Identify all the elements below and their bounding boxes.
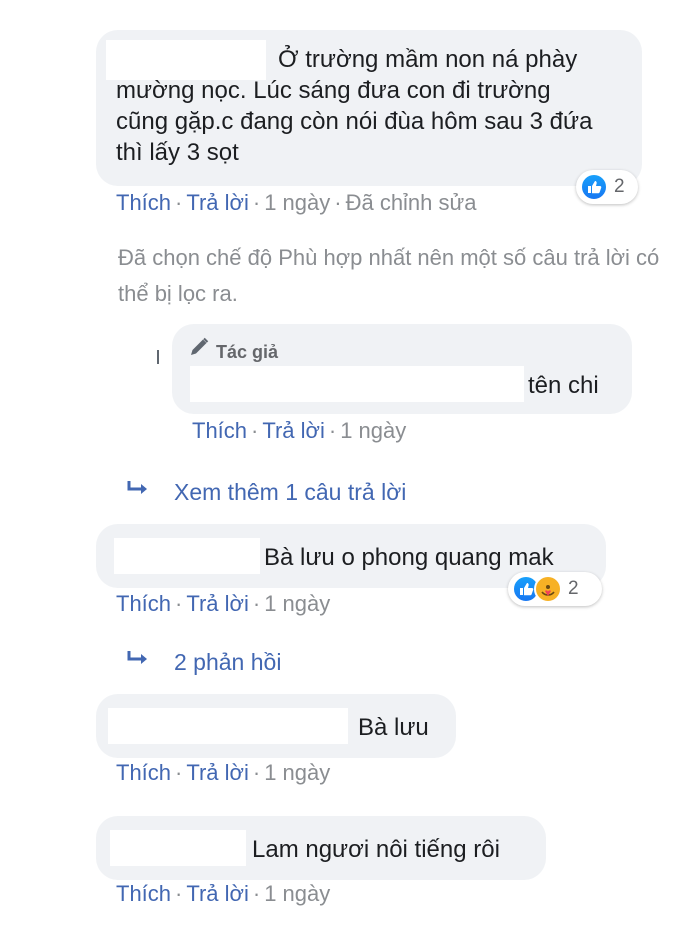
- reaction-count: 2: [568, 578, 579, 599]
- redacted-author-name: [106, 40, 266, 80]
- view-more-replies-link[interactable]: Xem thêm 1 câu trả lời: [126, 478, 406, 506]
- reply-arrow-icon: [126, 478, 152, 506]
- reply-link[interactable]: Trả lời: [186, 591, 249, 616]
- reply-link[interactable]: Trả lời: [262, 418, 325, 443]
- comment-text: Bà lưu: [358, 714, 429, 741]
- comment-bubble: Tác giả tên chi: [172, 324, 632, 414]
- comment-text: Bà lưu o phong quang mak: [264, 544, 554, 571]
- filter-notice: Đã chọn chế độ Phù hợp nhất nên một số c…: [118, 245, 660, 306]
- comment-bubble: Bà lưu: [96, 694, 456, 758]
- comment-actions: Thích · Trả lời · 1 ngày: [116, 591, 331, 616]
- previous-content-fragment: [300, 0, 360, 4]
- replies-count-link[interactable]: 2 phản hồi: [126, 648, 281, 676]
- edited-label[interactable]: Đã chỉnh sửa: [346, 190, 477, 215]
- comment-bubble: Ở trường mầm non ná phày mường nọc. Lúc …: [96, 30, 642, 186]
- reply-link[interactable]: Trả lời: [186, 881, 249, 906]
- like-reaction-icon: [580, 173, 608, 201]
- comment-actions: Thích · Trả lời · 1 ngày: [116, 760, 331, 785]
- reply-arrow-icon: [126, 648, 152, 676]
- author-badge-label: Tác giả: [216, 341, 279, 362]
- like-link[interactable]: Thích: [192, 418, 247, 443]
- reaction-count: 2: [614, 176, 625, 197]
- comment-bubble: Lam ngươi nôi tiếng rôi: [96, 816, 546, 880]
- timestamp[interactable]: 1 ngày: [264, 760, 330, 785]
- reply-link[interactable]: Trả lời: [186, 190, 249, 215]
- care-reaction-icon: [534, 575, 562, 603]
- timestamp[interactable]: 1 ngày: [264, 591, 330, 616]
- view-more-replies-label: Xem thêm 1 câu trả lời: [174, 478, 407, 505]
- reaction-summary[interactable]: 2: [576, 170, 638, 204]
- like-link[interactable]: Thích: [116, 591, 171, 616]
- redacted-author-name: [110, 830, 246, 866]
- comment-actions: Thích · Trả lời · 1 ngày: [192, 418, 407, 443]
- thread-line: [157, 350, 159, 364]
- comment-text: tên chi: [528, 372, 599, 399]
- timestamp[interactable]: 1 ngày: [264, 190, 330, 215]
- pencil-icon: [188, 336, 210, 368]
- redacted-author-name: [108, 708, 348, 744]
- comment-text: mường nọc. Lúc sáng đưa con đi trường cũ…: [116, 77, 593, 166]
- author-badge: Tác giả: [188, 336, 278, 368]
- reply-link[interactable]: Trả lời: [186, 760, 249, 785]
- like-link[interactable]: Thích: [116, 760, 171, 785]
- reaction-summary[interactable]: 2: [508, 572, 602, 606]
- redacted-author-name: [114, 538, 260, 574]
- like-link[interactable]: Thích: [116, 881, 171, 906]
- comment-actions: Thích · Trả lời · 1 ngày: [116, 881, 331, 906]
- timestamp[interactable]: 1 ngày: [264, 881, 330, 906]
- timestamp[interactable]: 1 ngày: [340, 418, 406, 443]
- comment-actions: Thích · Trả lời · 1 ngày · Đã chỉnh sửa: [116, 190, 477, 215]
- replies-count-label: 2 phản hồi: [174, 648, 282, 675]
- redacted-author-name: [190, 366, 524, 402]
- comment-text: Lam ngươi nôi tiếng rôi: [252, 836, 500, 863]
- like-link[interactable]: Thích: [116, 190, 171, 215]
